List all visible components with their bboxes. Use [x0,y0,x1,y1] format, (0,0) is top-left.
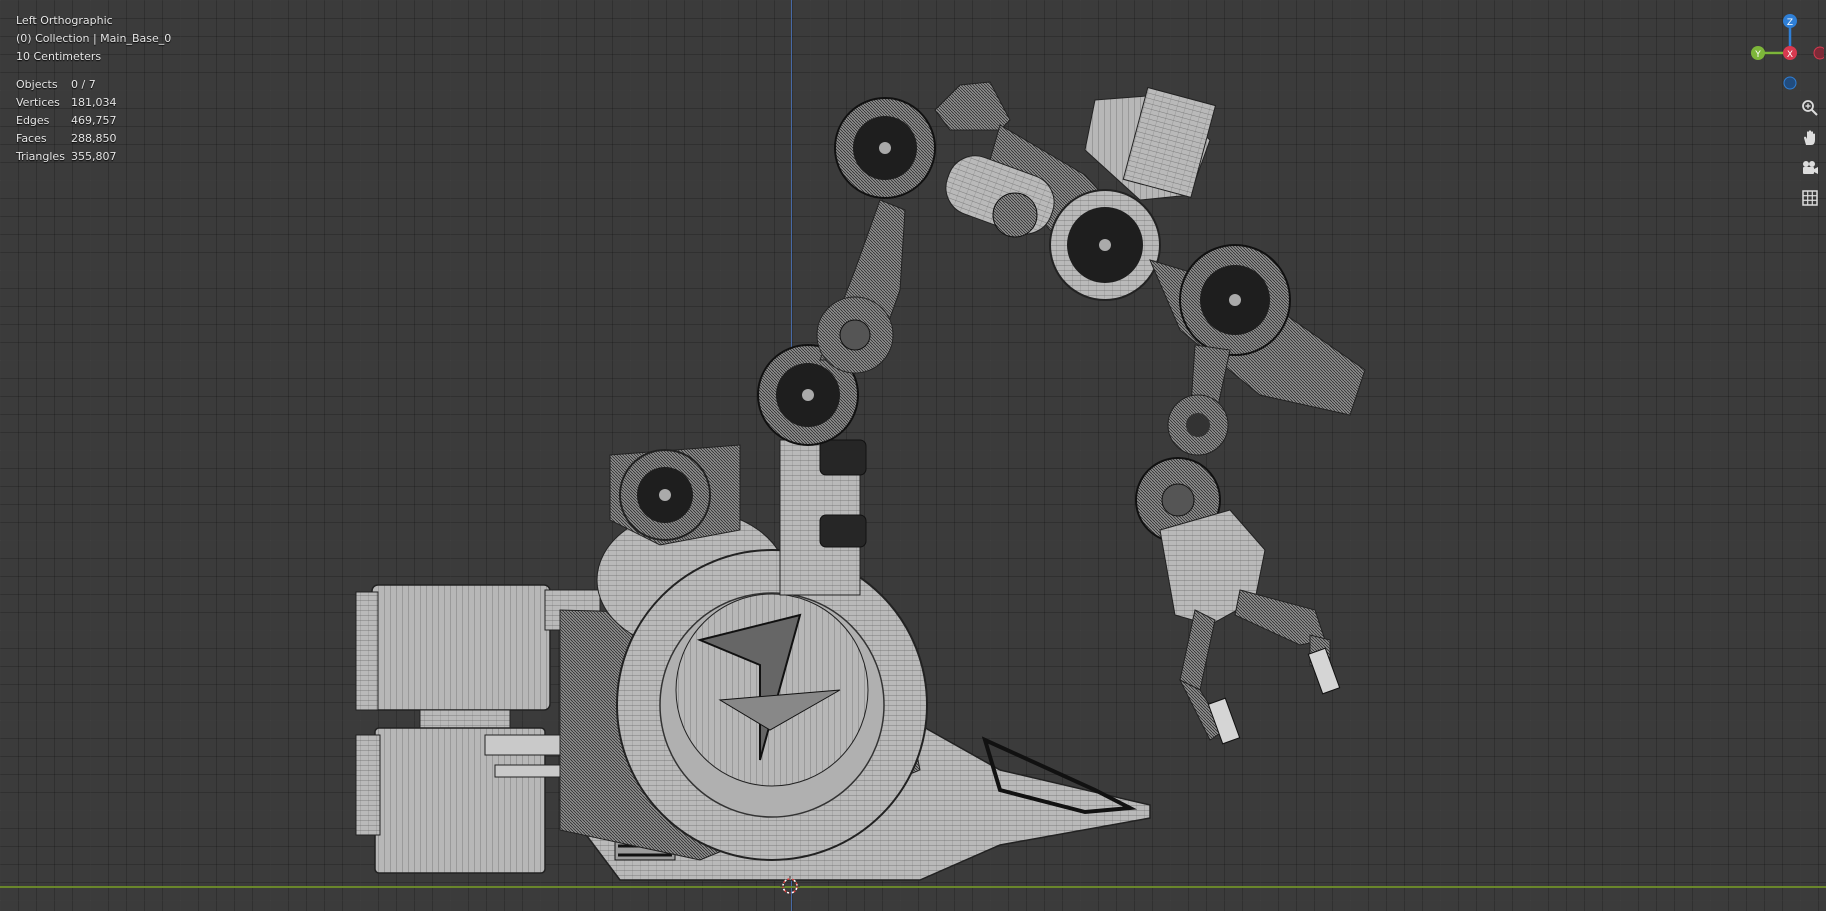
stat-faces: Faces 288,850 [16,132,117,145]
stat-triangles: Triangles 355,807 [16,150,117,163]
negative-x-handle[interactable] [1813,46,1824,60]
camera-icon[interactable] [1796,154,1824,182]
gripper-end-effector [1135,457,1341,745]
viewport-navigation-tools [1796,94,1826,214]
collection-path: (0) Collection | Main_Base_0 [16,32,172,45]
scene-statistics: Objects 0 / 7 Vertices 181,034 Edges 469,75… [16,76,117,166]
navigation-gizmo[interactable]: Z Y X [1744,10,1824,94]
3d-cursor-icon[interactable] [780,876,800,896]
3d-viewport[interactable]: Left Orthographic (0) Collection | Main_… [0,0,1826,911]
stat-edges: Edges 469,757 [16,114,117,127]
negative-z-handle[interactable] [1783,76,1797,90]
base-turntable-joint [559,509,928,861]
x-axis-label: X [1787,50,1793,60]
upper-arm-segment [757,199,906,446]
view-name: Left Orthographic [16,14,113,27]
pan-hand-icon[interactable] [1796,124,1824,152]
grid-scale: 10 Centimeters [16,50,102,63]
stat-vertices: Vertices 181,034 [16,96,117,109]
viewport-info-overlay: Left Orthographic (0) Collection | Main_… [16,12,171,66]
wrist-joint [1149,244,1366,456]
perspective-grid-icon[interactable] [1796,184,1824,212]
z-axis-label: Z [1787,18,1793,28]
robot-arm-model[interactable] [340,70,1380,900]
zoom-icon[interactable] [1796,94,1824,122]
y-axis-label: Y [1754,50,1761,60]
stat-objects: Objects 0 / 7 [16,78,96,91]
